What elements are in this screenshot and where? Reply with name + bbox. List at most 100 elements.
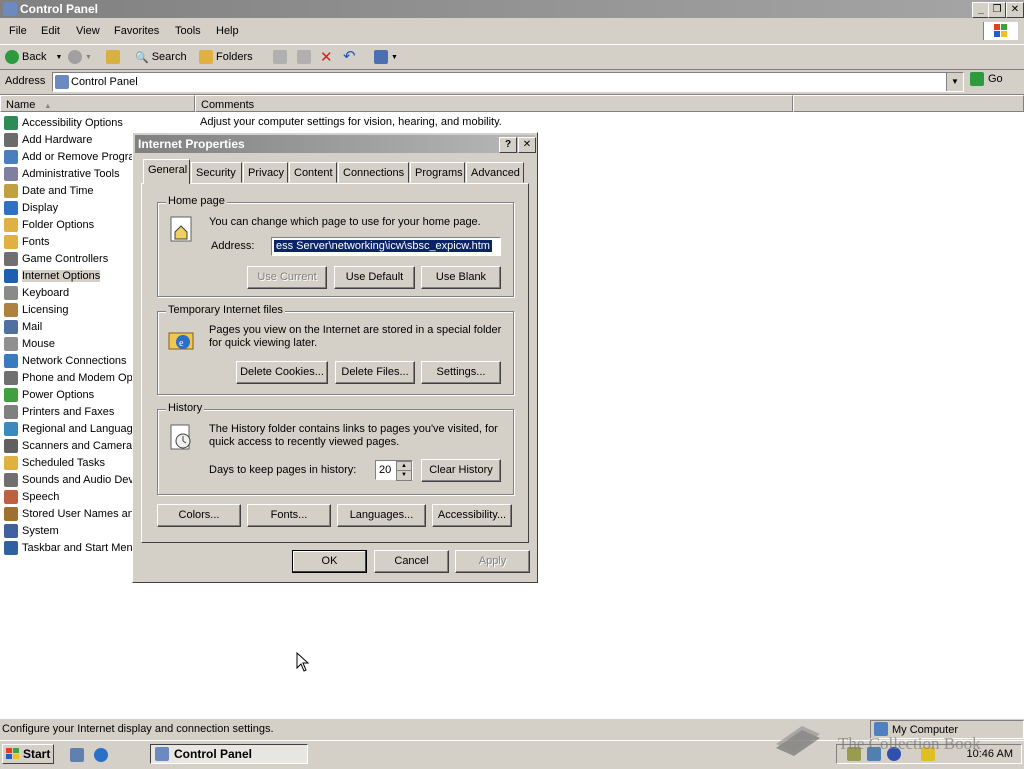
ok-button[interactable]: OK xyxy=(292,550,367,573)
windows-flag-icon xyxy=(6,748,19,759)
forward-dropdown-icon[interactable]: ▼ xyxy=(85,54,92,61)
list-item-label: Internet Options xyxy=(22,269,101,282)
control-panel-small-icon xyxy=(55,75,69,89)
dialog-close-button[interactable]: ✕ xyxy=(518,137,536,153)
tab-programs[interactable]: Programs xyxy=(410,162,465,183)
help-button[interactable]: ? xyxy=(499,137,517,153)
programs-icon xyxy=(4,149,18,164)
tab-privacy[interactable]: Privacy xyxy=(243,162,288,183)
undo-icon[interactable]: ↶ xyxy=(343,47,356,65)
toolbar: Back ▼ ▼ 🔍 Search Folders ✕ ↶ ▼ xyxy=(0,44,1024,69)
tab-security[interactable]: Security xyxy=(191,162,242,183)
column-header-name-label: Name xyxy=(6,99,36,111)
list-item-label: Date and Time xyxy=(22,184,94,197)
mouse-icon xyxy=(4,336,18,351)
sort-ascending-icon: ▲ xyxy=(44,103,52,110)
tab-general[interactable]: General xyxy=(143,159,190,184)
delete-icon[interactable]: ✕ xyxy=(320,48,333,66)
menu-favorites[interactable]: Favorites xyxy=(114,25,159,37)
tab-connections[interactable]: Connections xyxy=(338,162,409,183)
list-item-label: Accessibility Options xyxy=(22,116,123,129)
back-dropdown-icon[interactable]: ▼ xyxy=(55,54,62,61)
home-page-icon xyxy=(170,216,192,242)
use-blank-button[interactable]: Use Blank xyxy=(421,266,501,289)
up-folder-icon[interactable] xyxy=(106,50,120,64)
svg-text:e: e xyxy=(179,338,184,349)
menu-view[interactable]: View xyxy=(76,25,100,37)
folders-icon xyxy=(199,50,213,64)
tasks-folder-icon xyxy=(4,455,18,470)
restore-button[interactable]: ❐ xyxy=(988,2,1006,18)
taskbar-item-control-panel[interactable]: Control Panel xyxy=(150,744,308,764)
list-item-label: Keyboard xyxy=(22,286,70,299)
use-default-button[interactable]: Use Default xyxy=(334,266,415,289)
book-logo xyxy=(776,726,820,756)
speaker-icon xyxy=(4,472,18,487)
home-page-description: You can change which page to use for you… xyxy=(209,216,481,228)
delete-files-button[interactable]: Delete Files... xyxy=(335,361,415,384)
address-dropdown-button[interactable]: ▼ xyxy=(946,73,963,91)
system-icon xyxy=(4,523,18,538)
list-item-label: Scanners and Cameras xyxy=(22,439,138,452)
apply-button[interactable]: Apply xyxy=(455,550,530,573)
history-line1: The History folder contains links to pag… xyxy=(209,423,498,435)
column-header-comments[interactable]: Comments xyxy=(195,95,793,112)
back-arrow-icon xyxy=(5,50,19,64)
display-icon xyxy=(4,200,18,215)
home-address-input[interactable]: ess Server\networking\icw\sbsc_expicw.ht… xyxy=(271,237,501,256)
go-arrow-icon xyxy=(970,72,984,86)
home-address-label: Address: xyxy=(211,240,255,252)
address-input[interactable]: Control Panel ▼ xyxy=(52,72,964,92)
folders-button[interactable]: Folders xyxy=(199,49,253,65)
languages-button[interactable]: Languages... xyxy=(337,504,426,527)
menu-file[interactable]: File xyxy=(9,25,27,37)
close-button[interactable]: ✕ xyxy=(1006,2,1024,18)
menu-help[interactable]: Help xyxy=(216,25,239,37)
taskbar-icon xyxy=(4,540,18,555)
views-button[interactable]: ▼ xyxy=(374,49,398,65)
status-text: Configure your Internet display and conn… xyxy=(2,723,274,735)
list-item-label: Folder Options xyxy=(22,218,95,231)
delete-cookies-button[interactable]: Delete Cookies... xyxy=(236,361,328,384)
use-current-button[interactable]: Use Current xyxy=(247,266,327,289)
days-spin-down[interactable]: ▼ xyxy=(396,470,412,481)
days-value: 20 xyxy=(379,464,392,476)
printer-icon xyxy=(4,404,18,419)
keyboard-icon xyxy=(4,285,18,300)
column-header-name[interactable]: Name ▲ xyxy=(0,95,195,112)
dialog-titlebar: Internet Properties ? ✕ xyxy=(135,135,536,153)
menu-edit[interactable]: Edit xyxy=(41,25,60,37)
tab-content[interactable]: Content xyxy=(289,162,337,183)
move-to-icon[interactable] xyxy=(273,50,287,64)
fonts-button[interactable]: Fonts... xyxy=(247,504,331,527)
temp-files-line2: for quick viewing later. xyxy=(209,337,318,349)
start-button[interactable]: Start xyxy=(2,744,54,764)
views-icon xyxy=(374,50,388,64)
list-item-label: Fonts xyxy=(22,235,50,248)
cancel-button[interactable]: Cancel xyxy=(374,550,449,573)
clear-history-button[interactable]: Clear History xyxy=(421,459,501,482)
internet-properties-dialog: Internet Properties ? ✕ General Security… xyxy=(132,132,538,583)
internet-icon xyxy=(4,268,18,283)
settings-button[interactable]: Settings... xyxy=(421,361,501,384)
go-button[interactable]: Go xyxy=(970,72,1003,86)
quicklaunch-desktop-icon[interactable] xyxy=(70,748,84,762)
accessibility-button[interactable]: Accessibility... xyxy=(432,504,512,527)
copy-to-icon[interactable] xyxy=(297,50,311,64)
quicklaunch-ie-icon[interactable] xyxy=(94,748,108,762)
temp-files-line1: Pages you view on the Internet are store… xyxy=(209,324,502,336)
history-line2: quick access to recently viewed pages. xyxy=(209,436,400,448)
colors-button[interactable]: Colors... xyxy=(157,504,241,527)
search-button[interactable]: 🔍 Search xyxy=(135,49,187,65)
history-icon xyxy=(170,424,191,450)
list-item[interactable]: Accessibility Options xyxy=(4,114,199,131)
history-group: History The History folder contains link… xyxy=(157,402,514,495)
back-button[interactable]: Back ▼ xyxy=(5,49,62,65)
list-item-label: Power Options xyxy=(22,388,95,401)
days-input[interactable]: 20 ▲ ▼ xyxy=(375,460,413,481)
forward-button[interactable]: ▼ xyxy=(68,49,92,65)
menu-tools[interactable]: Tools xyxy=(175,25,201,37)
accessibility-icon xyxy=(4,115,18,130)
tab-advanced[interactable]: Advanced xyxy=(466,162,524,183)
address-value: Control Panel xyxy=(71,76,138,88)
